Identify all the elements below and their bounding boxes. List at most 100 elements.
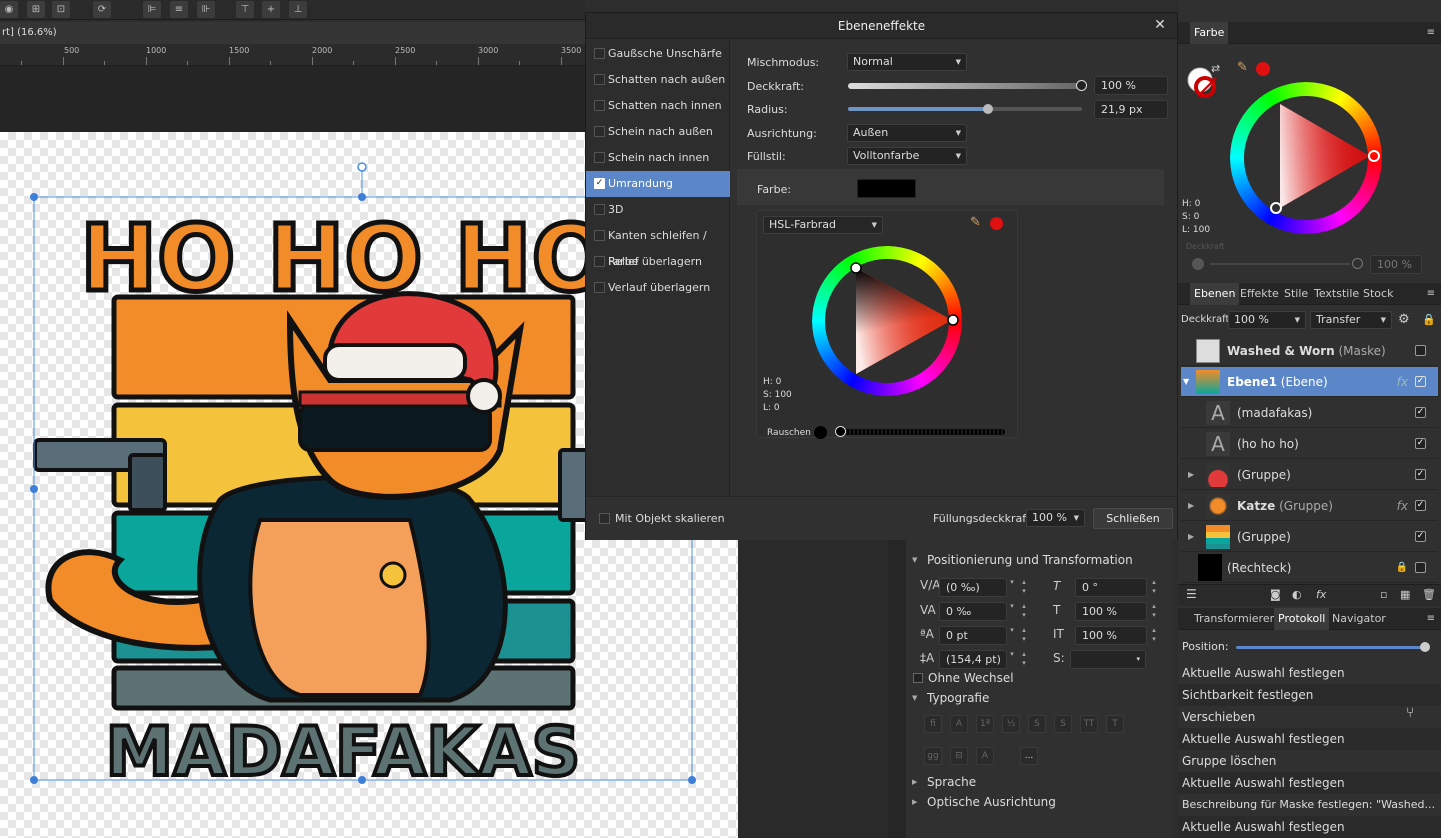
history-item[interactable]: Beschreibung für Maske festlegen: "Washe…: [1178, 794, 1441, 816]
crop-icon[interactable]: ⊡: [52, 1, 70, 18]
visibility-checkbox[interactable]: ✓: [1415, 407, 1426, 418]
ausrichtung-select[interactable]: Außen ▼: [847, 124, 967, 142]
deckkraft-field[interactable]: 100 %: [1094, 76, 1168, 95]
tracking-stepper[interactable]: ▴ ▾: [1019, 578, 1029, 597]
visibility-checkbox[interactable]: ✓: [1415, 469, 1426, 480]
panel-menu-icon[interactable]: ≡: [1423, 608, 1439, 630]
effect-checkbox[interactable]: [594, 256, 605, 267]
typo-button[interactable]: S: [1054, 715, 1072, 733]
vscale-stepper[interactable]: ▴ ▾: [1149, 626, 1159, 645]
effect-checkbox[interactable]: [594, 230, 605, 241]
expand-arrow-icon[interactable]: ▼: [1183, 367, 1189, 397]
align-bottom-icon[interactable]: ⊥: [289, 1, 307, 18]
typo-button[interactable]: A: [976, 747, 994, 765]
tab-ebenen[interactable]: Ebenen: [1190, 283, 1240, 305]
align-right-icon[interactable]: ⊪: [197, 1, 215, 18]
history-item[interactable]: Aktuelle Auswahl festlegen: [1178, 728, 1441, 750]
farbe-swatch[interactable]: [857, 179, 916, 198]
tab-navigator[interactable]: Navigator: [1328, 608, 1390, 630]
adjustment-icon[interactable]: ◐: [1292, 588, 1302, 601]
panel-menu-icon[interactable]: ≡: [1423, 22, 1439, 44]
effect-checkbox[interactable]: [594, 100, 605, 111]
close-icon[interactable]: ✕: [1151, 16, 1169, 34]
leading-field[interactable]: (154,4 pt): [939, 650, 1007, 669]
effect-item[interactable]: Schein nach innen: [586, 145, 730, 171]
hscale-stepper[interactable]: ▴ ▾: [1149, 602, 1159, 621]
lock-icon[interactable]: 🔒: [1396, 553, 1408, 583]
color-wheel[interactable]: [1230, 82, 1382, 234]
layers-stack-icon[interactable]: ☰: [1186, 587, 1197, 601]
noise-slider[interactable]: [835, 429, 1005, 435]
rotation-stepper[interactable]: ▴ ▾: [1149, 578, 1159, 597]
layer-row-madafakas[interactable]: A (madafakas) ✓: [1181, 398, 1438, 428]
fx-icon[interactable]: fx: [1397, 367, 1408, 397]
tab-farbe[interactable]: Farbe: [1190, 22, 1229, 44]
expand-arrow-icon[interactable]: ▶: [1188, 460, 1194, 490]
opacity-field[interactable]: 100 %: [1370, 255, 1422, 274]
radius-slider[interactable]: [848, 107, 1082, 111]
picker-mode-select[interactable]: HSL-Farbrad ▼: [763, 216, 883, 234]
layer-opacity-select[interactable]: 100 % ▼: [1228, 311, 1306, 329]
layer-blend-select[interactable]: Transfer ▼: [1310, 311, 1392, 329]
rotation-field[interactable]: 0 °: [1075, 578, 1147, 597]
snap-icon[interactable]: ⊞: [27, 1, 45, 18]
effect-item[interactable]: Schatten nach innen: [586, 93, 730, 119]
visibility-checkbox[interactable]: ✓: [1415, 376, 1426, 387]
expand-arrow-icon[interactable]: ▶: [1188, 522, 1194, 552]
more-button[interactable]: ...: [1020, 747, 1038, 765]
baseline-stepper[interactable]: ▴ ▾: [1019, 626, 1029, 645]
gear-icon[interactable]: ⚙: [1398, 312, 1410, 327]
trash-icon[interactable]: 🗑: [1422, 588, 1436, 601]
mask-icon[interactable]: ◙: [1270, 588, 1281, 601]
tracking-field[interactable]: (0 ‰): [939, 578, 1007, 597]
expand-arrow-icon[interactable]: ▶: [1188, 491, 1194, 521]
layer-row-katze[interactable]: ▶ Katze (Gruppe) fx ✓: [1181, 491, 1438, 521]
typo-button[interactable]: ½: [1002, 715, 1020, 733]
tab-stile[interactable]: Stile: [1280, 283, 1312, 305]
picker-color-wheel[interactable]: [812, 246, 962, 396]
effect-checkbox[interactable]: [594, 204, 605, 215]
lock-icon[interactable]: 🔒: [1422, 313, 1436, 326]
opacity-slider[interactable]: [1210, 263, 1350, 265]
history-item[interactable]: Aktuelle Auswahl festlegen: [1178, 662, 1441, 684]
tab-textstile[interactable]: Textstile: [1310, 283, 1363, 305]
typo-button[interactable]: gg: [924, 747, 942, 765]
section-typography[interactable]: Typografie: [927, 688, 989, 708]
typo-button[interactable]: fi: [924, 715, 942, 733]
vscale-field[interactable]: 100 %: [1075, 626, 1147, 645]
effect-item[interactable]: 3D: [586, 197, 730, 223]
baseline-field[interactable]: 0 pt: [939, 626, 1007, 645]
section-optical-alignment[interactable]: Optische Ausrichtung: [927, 792, 1056, 812]
layer-row-ebene1[interactable]: ▼ Ebene1 (Ebene) fx ✓: [1181, 367, 1438, 397]
layer-row-stripes-group[interactable]: ▶ (Gruppe) ✓: [1181, 522, 1438, 552]
picker-color-swatch[interactable]: [990, 217, 1003, 230]
leading-dropdown[interactable]: ▾: [1007, 650, 1017, 669]
kerning-stepper[interactable]: ▴ ▾: [1019, 602, 1029, 621]
layer-row-hohoho[interactable]: A (ho ho ho) ✓: [1181, 429, 1438, 459]
visibility-checkbox[interactable]: ✓: [1415, 500, 1426, 511]
history-item[interactable]: Verschieben: [1178, 706, 1441, 728]
effect-item[interactable]: Farbe überlagern: [586, 249, 730, 275]
swap-colors-icon[interactable]: ⇄: [1211, 62, 1220, 75]
fx-icon[interactable]: fx: [1316, 588, 1326, 601]
effect-checkbox[interactable]: [594, 48, 605, 59]
rotate-icon[interactable]: ⟳: [93, 1, 111, 18]
effect-checkbox[interactable]: [594, 74, 605, 85]
tab-protokoll[interactable]: Protokoll: [1274, 608, 1330, 630]
mischmodus-select[interactable]: Normal ▼: [847, 53, 967, 71]
eyedropper-icon[interactable]: ✎: [1237, 60, 1248, 75]
close-button[interactable]: Schließen: [1093, 508, 1173, 529]
panel-menu-icon[interactable]: ≡: [1423, 283, 1439, 305]
visibility-checkbox[interactable]: ✓: [1415, 438, 1426, 449]
leading-stepper[interactable]: ▴ ▾: [1019, 650, 1029, 669]
align-left-icon[interactable]: ⊫: [143, 1, 161, 18]
tab-transformieren[interactable]: Transformieren: [1190, 608, 1281, 630]
history-position-slider[interactable]: [1236, 646, 1424, 649]
current-color-swatch[interactable]: [1256, 62, 1270, 76]
effect-item[interactable]: Verlauf überlagern: [586, 275, 730, 301]
hscale-field[interactable]: 100 %: [1075, 602, 1147, 621]
effect-item[interactable]: Schatten nach außen: [586, 67, 730, 93]
history-item[interactable]: Sichtbarkeit festlegen: [1178, 684, 1441, 706]
effect-item[interactable]: ✓ Umrandung: [586, 171, 730, 197]
typo-button[interactable]: A: [950, 715, 968, 733]
